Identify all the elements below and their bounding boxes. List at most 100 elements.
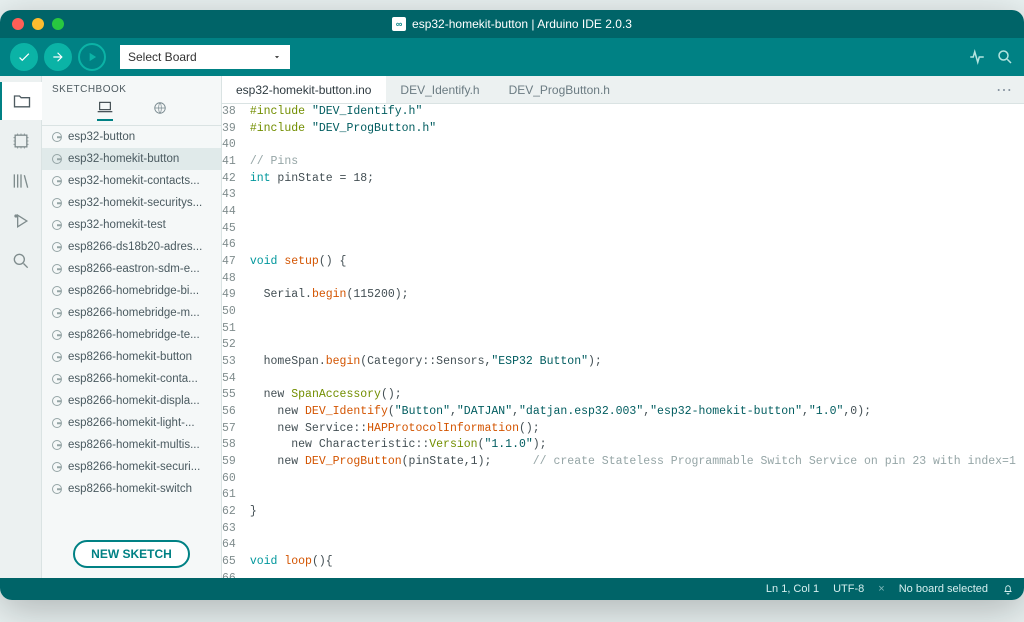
- sketch-item[interactable]: esp32-homekit-button: [42, 148, 221, 170]
- sketch-item-label: esp8266-homekit-button: [68, 351, 192, 363]
- books-icon: [11, 171, 31, 191]
- code-line[interactable]: new SpanAccessory();: [250, 387, 1024, 404]
- code-line[interactable]: [250, 521, 1024, 538]
- code-line[interactable]: [250, 337, 1024, 354]
- code-line[interactable]: [250, 471, 1024, 488]
- sketch-item-label: esp8266-eastron-sdm-e...: [68, 263, 200, 275]
- board-selector[interactable]: Select Board: [120, 45, 290, 69]
- code-editor[interactable]: 38#include "DEV_Identify.h"39#include "D…: [222, 104, 1024, 578]
- tab-overflow-button[interactable]: ⋯: [984, 76, 1024, 103]
- sketch-item-label: esp8266-ds18b20-adres...: [68, 241, 202, 253]
- code-line[interactable]: [250, 321, 1024, 338]
- sketch-item-label: esp32-homekit-button: [68, 153, 179, 165]
- sketch-item[interactable]: esp8266-eastron-sdm-e...: [42, 258, 221, 280]
- code-line[interactable]: void setup() {: [250, 254, 1024, 271]
- board-selector-label: Select Board: [128, 50, 197, 64]
- sketch-item[interactable]: esp8266-homekit-conta...: [42, 368, 221, 390]
- sketch-item-label: esp8266-homebridge-bi...: [68, 285, 199, 297]
- code-line[interactable]: }: [250, 504, 1024, 521]
- sketch-item-label: esp8266-homebridge-m...: [68, 307, 200, 319]
- line-number: 52: [222, 337, 250, 354]
- sketch-item[interactable]: esp8266-homekit-displa...: [42, 390, 221, 412]
- code-line[interactable]: #include "DEV_Identify.h": [250, 104, 1024, 121]
- sketch-item[interactable]: esp8266-homekit-multis...: [42, 434, 221, 456]
- activity-bar: [0, 76, 42, 578]
- code-line[interactable]: new Service::HAPProtocolInformation();: [250, 421, 1024, 438]
- file-tab[interactable]: DEV_Identify.h: [386, 76, 494, 103]
- line-number: 47: [222, 254, 250, 271]
- line-number: 43: [222, 187, 250, 204]
- serial-plotter-button[interactable]: [968, 48, 986, 66]
- notifications-button[interactable]: [1002, 583, 1014, 595]
- code-line[interactable]: [250, 487, 1024, 504]
- sketch-list[interactable]: esp32-button esp32-homekit-button esp32-ho…: [42, 126, 221, 530]
- line-number: 50: [222, 304, 250, 321]
- sketch-item[interactable]: esp8266-ds18b20-adres...: [42, 236, 221, 258]
- code-line[interactable]: // Pins: [250, 154, 1024, 171]
- code-line[interactable]: [250, 271, 1024, 288]
- folder-icon: [12, 91, 32, 111]
- upload-button[interactable]: [44, 43, 72, 71]
- line-number: 55: [222, 387, 250, 404]
- line-number: 66: [222, 571, 250, 578]
- code-line[interactable]: [250, 187, 1024, 204]
- sketch-item[interactable]: esp8266-homekit-light-...: [42, 412, 221, 434]
- verify-button[interactable]: [10, 43, 38, 71]
- activity-library-manager[interactable]: [0, 162, 42, 200]
- sketch-item-label: esp32-homekit-test: [68, 219, 166, 231]
- close-window-button[interactable]: [12, 18, 24, 30]
- code-line[interactable]: new Characteristic::Version("1.1.0");: [250, 437, 1024, 454]
- serial-monitor-button[interactable]: [996, 48, 1014, 66]
- sketch-item[interactable]: esp8266-homebridge-m...: [42, 302, 221, 324]
- sketch-item[interactable]: esp32-homekit-contacts...: [42, 170, 221, 192]
- sketch-item-label: esp32-button: [68, 131, 135, 143]
- code-line[interactable]: [250, 371, 1024, 388]
- sketch-item[interactable]: esp8266-homebridge-te...: [42, 324, 221, 346]
- debug-button[interactable]: [78, 43, 106, 71]
- code-line[interactable]: [250, 537, 1024, 554]
- sketch-item[interactable]: esp8266-homekit-button: [42, 346, 221, 368]
- activity-search[interactable]: [0, 242, 42, 280]
- sketch-item[interactable]: esp32-homekit-test: [42, 214, 221, 236]
- code-line[interactable]: homeSpan.begin(Category::Sensors,"ESP32 …: [250, 354, 1024, 371]
- sketch-item-label: esp8266-homekit-securi...: [68, 461, 200, 473]
- code-line[interactable]: [250, 571, 1024, 578]
- sketchbook-tab-cloud[interactable]: [153, 101, 167, 121]
- code-line[interactable]: Serial.begin(115200);: [250, 287, 1024, 304]
- sketch-item[interactable]: esp8266-homekit-switch: [42, 478, 221, 500]
- line-number: 48: [222, 271, 250, 288]
- file-tab[interactable]: DEV_ProgButton.h: [495, 76, 625, 103]
- sketchbook-tab-local[interactable]: [97, 101, 113, 121]
- code-line[interactable]: [250, 137, 1024, 154]
- activity-debug[interactable]: [0, 202, 42, 240]
- code-line[interactable]: int pinState = 18;: [250, 171, 1024, 188]
- line-number: 61: [222, 487, 250, 504]
- chevron-down-icon: [272, 52, 282, 62]
- code-line[interactable]: #include "DEV_ProgButton.h": [250, 121, 1024, 138]
- code-line[interactable]: [250, 221, 1024, 238]
- code-line[interactable]: void loop(){: [250, 554, 1024, 571]
- code-line[interactable]: new DEV_Identify("Button","DATJAN","datj…: [250, 404, 1024, 421]
- sketch-item[interactable]: esp8266-homebridge-bi...: [42, 280, 221, 302]
- board-icon: [11, 131, 31, 151]
- sketch-item[interactable]: esp32-button: [42, 126, 221, 148]
- app-window: ∞ esp32-homekit-button | Arduino IDE 2.0…: [0, 10, 1024, 600]
- sketch-item-label: esp8266-homekit-displa...: [68, 395, 200, 407]
- minimize-window-button[interactable]: [32, 18, 44, 30]
- line-number: 63: [222, 521, 250, 538]
- code-line[interactable]: [250, 237, 1024, 254]
- sketch-item[interactable]: esp8266-homekit-securi...: [42, 456, 221, 478]
- activity-sketchbook[interactable]: [0, 82, 42, 120]
- code-line[interactable]: [250, 204, 1024, 221]
- maximize-window-button[interactable]: [52, 18, 64, 30]
- code-line[interactable]: [250, 304, 1024, 321]
- sketch-icon: [52, 198, 62, 208]
- file-tab[interactable]: esp32-homekit-button.ino: [222, 76, 386, 103]
- line-number: 57: [222, 421, 250, 438]
- activity-boards-manager[interactable]: [0, 122, 42, 160]
- new-sketch-button[interactable]: NEW SKETCH: [73, 540, 190, 568]
- sketch-icon: [52, 220, 62, 230]
- sketch-item[interactable]: esp32-homekit-securitys...: [42, 192, 221, 214]
- pulse-icon: [968, 48, 986, 66]
- code-line[interactable]: new DEV_ProgButton(pinState,1); // creat…: [250, 454, 1024, 471]
